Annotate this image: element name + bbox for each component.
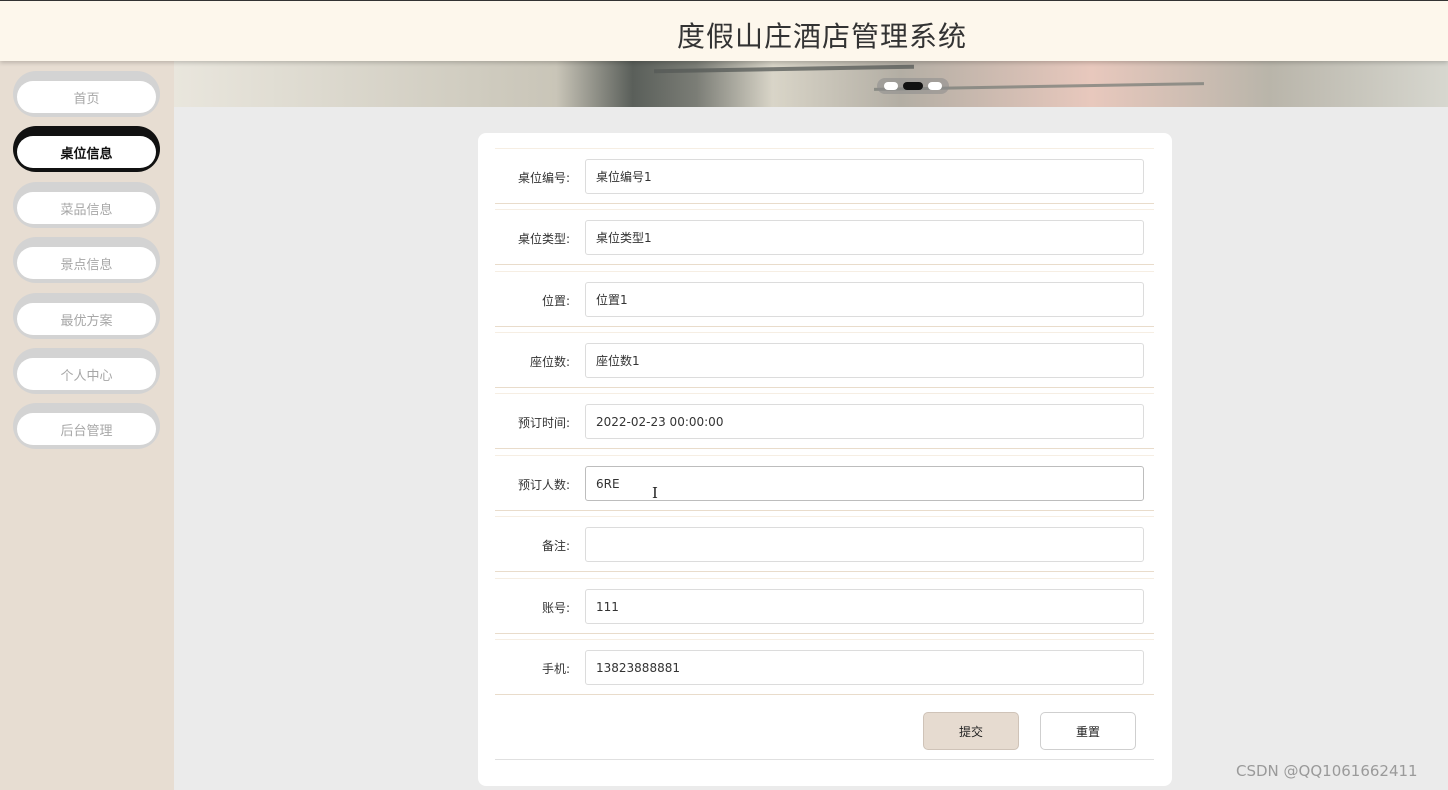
sidebar-item-home[interactable]: 首页 <box>13 71 160 117</box>
carousel-dot-active[interactable] <box>903 82 923 90</box>
form-row-party-size: 预订人数: <box>495 455 1154 511</box>
field-label: 备注: <box>541 538 570 553</box>
sidebar: 首页 桌位信息 菜品信息 景点信息 最优方案 个人中心 后台管理 <box>0 61 174 790</box>
carousel-indicator <box>877 78 949 94</box>
field-label: 手机: <box>541 661 570 676</box>
sidebar-item-personal-center[interactable]: 个人中心 <box>13 348 160 394</box>
sidebar-item-label: 首页 <box>17 81 156 113</box>
submit-button[interactable]: 提交 <box>923 712 1019 750</box>
text-cursor-icon: I <box>652 484 658 502</box>
page-title: 度假山庄酒店管理系统 <box>677 20 968 53</box>
booking-time-input[interactable] <box>585 404 1144 439</box>
form-row-table-type: 桌位类型: <box>495 209 1154 265</box>
field-label: 位置: <box>541 293 570 308</box>
sidebar-item-scenic-info[interactable]: 景点信息 <box>13 237 160 283</box>
form-actions: 提交 重置 <box>495 703 1154 760</box>
sidebar-item-dish-info[interactable]: 菜品信息 <box>13 182 160 228</box>
form-panel: 桌位编号: 桌位类型: 位置: 座位数: 预订时间: 预订人数: 备注: 账号:… <box>478 133 1172 786</box>
form-row-location: 位置: <box>495 271 1154 327</box>
form-row-booking-time: 预订时间: <box>495 393 1154 449</box>
sidebar-item-label: 后台管理 <box>17 413 156 445</box>
sidebar-item-label: 最优方案 <box>17 303 156 335</box>
seat-count-input[interactable] <box>585 343 1144 378</box>
watermark: CSDN @QQ1061662411 <box>1236 762 1418 780</box>
sidebar-item-label: 菜品信息 <box>17 192 156 224</box>
sidebar-item-label: 景点信息 <box>17 247 156 279</box>
banner-carousel[interactable] <box>174 61 1448 107</box>
field-label: 桌位编号: <box>517 170 570 185</box>
form-row-remarks: 备注: <box>495 516 1154 572</box>
location-input[interactable] <box>585 282 1144 317</box>
sidebar-item-label: 个人中心 <box>17 358 156 390</box>
banner-image-detail <box>653 64 915 74</box>
remarks-input[interactable] <box>585 527 1144 562</box>
header: 度假山庄酒店管理系统 <box>0 0 1448 61</box>
carousel-dot[interactable] <box>884 82 898 90</box>
form-row-seat-count: 座位数: <box>495 332 1154 388</box>
field-label: 预订人数: <box>517 477 570 492</box>
form-row-account: 账号: <box>495 578 1154 634</box>
carousel-dot[interactable] <box>928 82 942 90</box>
phone-input[interactable] <box>585 650 1144 685</box>
table-number-input[interactable] <box>585 159 1144 194</box>
table-type-input[interactable] <box>585 220 1144 255</box>
form-row-table-number: 桌位编号: <box>495 148 1154 204</box>
form-row-phone: 手机: <box>495 639 1154 695</box>
sidebar-item-table-info[interactable]: 桌位信息 <box>13 126 160 172</box>
sidebar-item-best-plan[interactable]: 最优方案 <box>13 293 160 339</box>
field-label: 桌位类型: <box>517 231 570 246</box>
field-label: 预订时间: <box>517 415 570 430</box>
reset-button[interactable]: 重置 <box>1040 712 1136 750</box>
sidebar-item-label: 桌位信息 <box>17 136 156 168</box>
account-input[interactable] <box>585 589 1144 624</box>
sidebar-item-admin[interactable]: 后台管理 <box>13 403 160 449</box>
field-label: 座位数: <box>529 354 570 369</box>
party-size-input[interactable] <box>585 466 1144 501</box>
field-label: 账号: <box>541 600 570 615</box>
